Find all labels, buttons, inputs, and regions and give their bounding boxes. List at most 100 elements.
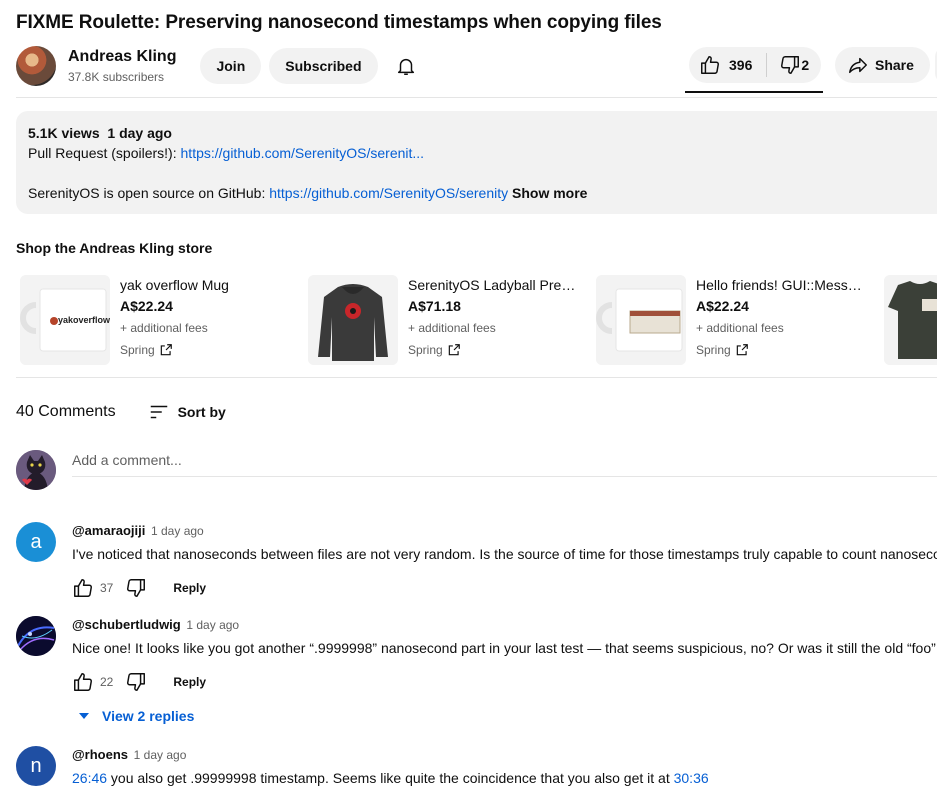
comment-thread: n @rhoens 1 day ago 26:46 you also get .… — [16, 746, 937, 788]
shop-item[interactable]: SerenityOS Ladyball Premi... A$71.18 + a… — [308, 275, 578, 365]
thumbs-down-icon — [781, 56, 800, 74]
shop-title: Shop the Andreas Kling store — [16, 240, 213, 256]
comment-dislike-button[interactable] — [125, 577, 147, 599]
thumbs-down-icon — [127, 579, 146, 597]
thumbs-down-icon — [127, 673, 146, 691]
channel-info: Andreas Kling 37.8K subscribers — [68, 46, 176, 86]
description-line-1: Pull Request (spoilers!): https://github… — [28, 143, 937, 163]
shop-item[interactable]: yakoverflow yak overflow Mug A$22.24 + a… — [20, 275, 290, 365]
like-dislike-group: 396 2 — [689, 47, 822, 83]
like-count: 396 — [729, 57, 753, 73]
timestamp-link[interactable]: 30:36 — [674, 770, 709, 786]
share-label: Share — [875, 57, 914, 73]
product-thumbnail-hoodie — [308, 275, 398, 365]
channel-row: Andreas Kling 37.8K subscribers Join Sub… — [16, 44, 424, 88]
user-avatar[interactable] — [16, 450, 56, 490]
subscriber-count: 37.8K subscribers — [68, 70, 165, 84]
comment-thread: @schubertludwig 1 day ago Nice one! It l… — [16, 616, 937, 724]
comment-avatar[interactable]: a — [16, 522, 56, 562]
comment-author[interactable]: @amaraojiji — [72, 523, 145, 538]
vendor-name: Spring — [408, 343, 443, 357]
reply-button[interactable]: Reply — [173, 581, 206, 595]
comment-thread: a @amaraojiji 1 day ago I've noticed tha… — [16, 522, 937, 604]
mug-print-text: yakoverflow — [58, 315, 110, 325]
vendor-name: Spring — [120, 343, 155, 357]
timestamp-link[interactable]: 26:46 — [72, 770, 107, 786]
product-name: yak overflow Mug — [120, 277, 229, 293]
comment-dislike-button[interactable] — [125, 671, 147, 693]
sort-icon — [150, 405, 167, 419]
channel-avatar[interactable] — [16, 46, 56, 86]
comment-author[interactable]: @schubertludwig — [72, 617, 181, 632]
shop-item[interactable] — [884, 275, 937, 365]
external-link-icon — [736, 344, 748, 356]
product-vendor[interactable]: Spring — [696, 339, 866, 361]
view-replies-label: View 2 replies — [102, 708, 195, 724]
thumbs-up-icon — [74, 673, 92, 691]
video-title: FIXME Roulette: Preserving nanosecond ti… — [16, 12, 662, 33]
product-name: SerenityOS Ladyball Premi... — [408, 277, 578, 293]
chevron-down-icon — [79, 713, 89, 719]
comment-like-count: 22 — [100, 675, 114, 689]
comment-text: 26:46 you also get .99999998 timestamp. … — [72, 768, 937, 788]
header-divider — [16, 97, 937, 98]
comment-like-count: 37 — [100, 581, 114, 595]
join-button[interactable]: Join — [200, 48, 262, 84]
shop-divider — [16, 377, 937, 378]
description-text: Pull Request (spoilers!): — [28, 145, 181, 161]
product-vendor[interactable]: Spring — [120, 339, 290, 361]
channel-name[interactable]: Andreas Kling — [68, 46, 176, 68]
dislike-button[interactable]: 2 — [767, 47, 821, 83]
like-button[interactable]: 396 — [689, 47, 766, 83]
description-line-2: SerenityOS is open source on GitHub: htt… — [28, 183, 937, 203]
comment-time[interactable]: 1 day ago — [134, 748, 187, 762]
dislike-count: 2 — [801, 57, 810, 73]
external-link-icon — [448, 344, 460, 356]
comment-time[interactable]: 1 day ago — [186, 618, 239, 632]
subscribed-button[interactable]: Subscribed — [269, 48, 378, 84]
view-replies-button[interactable]: View 2 replies — [78, 708, 937, 724]
share-button[interactable]: Share — [835, 47, 930, 83]
product-vendor[interactable]: Spring — [408, 339, 578, 361]
product-name: Hello friends! GUI::Messa... — [696, 277, 866, 293]
sort-button[interactable]: Sort by — [148, 401, 226, 423]
thumbs-up-icon — [701, 56, 719, 74]
product-thumbnail-mug — [596, 275, 686, 365]
comment-like-button[interactable]: 37 — [72, 577, 113, 599]
comment-author[interactable]: @rhoens — [72, 747, 128, 762]
sort-label: Sort by — [177, 404, 226, 420]
product-fees: + additional fees — [696, 321, 784, 335]
show-more-button[interactable]: Show more — [512, 185, 587, 201]
view-count: 5.1K views — [28, 125, 100, 141]
product-price: A$71.18 — [408, 298, 461, 314]
comment-header: @rhoens 1 day ago — [72, 746, 937, 764]
like-underline — [685, 91, 823, 93]
comment-actions: 37 Reply — [72, 572, 937, 604]
product-price: A$22.24 — [120, 298, 173, 314]
pull-request-link[interactable]: https://github.com/SerenityOS/serenit... — [181, 145, 425, 161]
comment-time[interactable]: 1 day ago — [151, 524, 204, 538]
description-meta: 5.1K views 1 day ago — [28, 123, 937, 143]
product-thumbnail-tshirt — [884, 275, 937, 365]
notification-bell-icon[interactable] — [388, 48, 424, 84]
comment-text: I've noticed that nanoseconds between fi… — [72, 546, 937, 562]
comment-actions: 22 Reply — [72, 666, 937, 698]
product-fees: + additional fees — [408, 321, 496, 335]
product-price: A$22.24 — [696, 298, 749, 314]
comment-avatar[interactable]: n — [16, 746, 56, 786]
add-comment-row — [16, 450, 937, 490]
description-text: SerenityOS is open source on GitHub: — [28, 185, 270, 201]
comment-like-button[interactable]: 22 — [72, 671, 113, 693]
vendor-name: Spring — [696, 343, 731, 357]
description-box[interactable]: 5.1K views 1 day ago Pull Request (spoil… — [16, 111, 937, 214]
comments-count: 40 Comments — [16, 403, 116, 420]
share-icon — [849, 57, 867, 74]
add-comment-input[interactable] — [72, 450, 937, 477]
github-link[interactable]: https://github.com/SerenityOS/serenity — [269, 185, 508, 201]
product-thumbnail-mug: yakoverflow — [20, 275, 110, 365]
comment-text: Nice one! It looks like you got another … — [72, 640, 937, 656]
reply-button[interactable]: Reply — [173, 675, 206, 689]
shop-item[interactable]: Hello friends! GUI::Messa... A$22.24 + a… — [596, 275, 866, 365]
comment-avatar[interactable] — [16, 616, 56, 656]
